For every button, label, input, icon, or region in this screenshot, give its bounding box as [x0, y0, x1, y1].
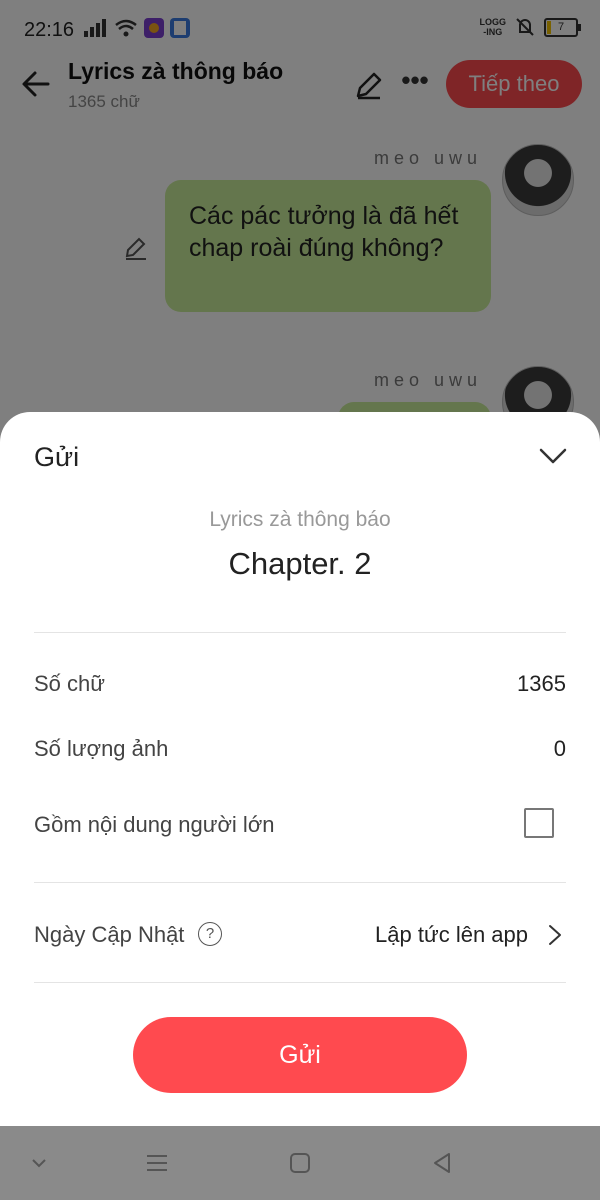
- home-icon[interactable]: [285, 1148, 315, 1178]
- chevron-right-icon[interactable]: [544, 922, 566, 948]
- sheet-title: Gửi: [34, 442, 80, 472]
- divider: [34, 982, 566, 983]
- help-icon[interactable]: ?: [198, 922, 222, 946]
- chevron-down-icon[interactable]: [24, 1148, 54, 1178]
- update-date-label: Ngày Cập Nhật: [34, 922, 185, 947]
- divider: [34, 632, 566, 633]
- update-date-value[interactable]: Lập tức lên app: [375, 922, 528, 948]
- adult-content-label: Gồm nội dung người lớn: [34, 812, 275, 837]
- word-count-value: 1365: [517, 671, 566, 696]
- image-count-value: 0: [553, 736, 566, 761]
- back-triangle-icon[interactable]: [427, 1148, 457, 1178]
- chapter-name: Chapter. 2: [228, 546, 372, 581]
- divider: [34, 882, 566, 883]
- story-name: Lyrics zà thông báo: [209, 508, 391, 531]
- image-count-label: Số lượng ảnh: [34, 736, 169, 761]
- chevron-down-icon[interactable]: [534, 436, 572, 474]
- send-bottom-sheet: Gửi Lyrics zà thông báo Chapter. 2 Số ch…: [0, 412, 600, 1126]
- word-count-label: Số chữ: [34, 671, 105, 696]
- system-navigation-bar: [0, 1126, 600, 1200]
- menu-icon[interactable]: [142, 1148, 172, 1178]
- send-button[interactable]: Gửi: [133, 1017, 467, 1093]
- adult-content-checkbox[interactable]: [524, 808, 554, 838]
